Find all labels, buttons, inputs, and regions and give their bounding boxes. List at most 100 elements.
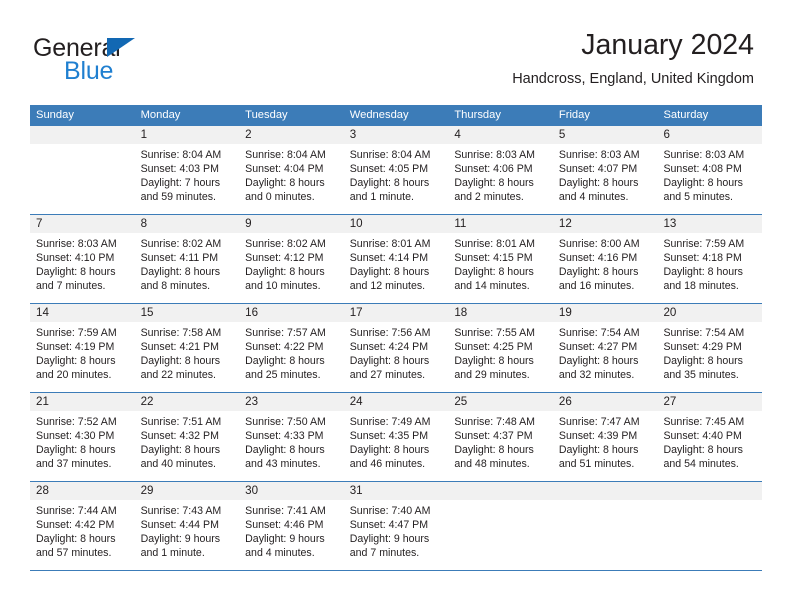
day-details bbox=[553, 500, 658, 504]
day-detail-line: Sunrise: 8:04 AM bbox=[349, 149, 431, 161]
day-number: 3 bbox=[343, 126, 449, 144]
day-detail-line: Sunset: 4:10 PM bbox=[36, 252, 115, 265]
calendar-day-cell[interactable]: 16 Sunrise: 7:57 AM Sunset: 4:22 PM Dayligh… bbox=[239, 304, 344, 392]
calendar-day-cell[interactable]: 11 Sunrise: 8:01 AM Sunset: 4:15 PM Dayligh… bbox=[448, 215, 553, 303]
weekday-header-tuesday: Tuesday bbox=[245, 109, 288, 121]
calendar-day-cell[interactable]: 29 Sunrise: 7:43 AM Sunset: 4:44 PM Dayligh… bbox=[134, 482, 240, 570]
day-detail-line: Sunset: 4:30 PM bbox=[36, 430, 115, 443]
calendar-day-cell[interactable]: 20 Sunrise: 7:54 AM Sunset: 4:29 PM Dayligh… bbox=[657, 304, 763, 392]
day-detail-line: and 18 minutes. bbox=[663, 280, 739, 293]
calendar-day-cell[interactable]: 22 Sunrise: 7:51 AM Sunset: 4:32 PM Dayligh… bbox=[134, 393, 240, 481]
day-detail-line: and 2 minutes. bbox=[454, 191, 524, 204]
weekday-header-friday: Friday bbox=[558, 109, 590, 121]
day-details: Sunrise: 7:54 AM Sunset: 4:27 PM Daylight:… bbox=[553, 322, 658, 382]
day-detail-line: and 16 minutes. bbox=[558, 280, 635, 293]
day-detail-line: Sunset: 4:33 PM bbox=[245, 430, 324, 443]
day-details: Sunrise: 7:48 AM Sunset: 4:37 PM Daylight:… bbox=[448, 411, 553, 471]
calendar-day-cell[interactable]: 6 Sunrise: 8:03 AM Sunset: 4:08 PM Daylight… bbox=[657, 126, 763, 214]
day-detail-line: Sunrise: 7:48 AM bbox=[454, 416, 535, 428]
weekday-header-thursday: Thursday bbox=[454, 109, 501, 121]
day-detail-line: and 14 minutes. bbox=[454, 280, 530, 293]
day-detail-line: Sunset: 4:08 PM bbox=[663, 163, 742, 176]
day-detail-line: and 4 minutes. bbox=[245, 547, 315, 560]
calendar-day-cell[interactable]: 3 Sunrise: 8:04 AM Sunset: 4:05 PM Daylight… bbox=[343, 126, 449, 214]
day-detail-line: Sunset: 4:16 PM bbox=[558, 252, 638, 265]
day-detail-line: Sunrise: 7:40 AM bbox=[349, 505, 431, 517]
calendar-day-cell[interactable]: 8 Sunrise: 8:02 AM Sunset: 4:11 PM Daylight… bbox=[134, 215, 240, 303]
day-number: 30 bbox=[239, 482, 344, 500]
calendar-day-cell-empty bbox=[30, 126, 135, 214]
day-detail-line: Daylight: 9 hours bbox=[140, 533, 221, 546]
calendar-day-cell[interactable]: 25 Sunrise: 7:48 AM Sunset: 4:37 PM Dayligh… bbox=[448, 393, 553, 481]
day-number: 26 bbox=[552, 393, 658, 411]
day-detail-line: Daylight: 8 hours bbox=[245, 177, 325, 190]
day-detail-line: Sunset: 4:27 PM bbox=[558, 341, 638, 354]
day-detail-line: Daylight: 8 hours bbox=[245, 444, 325, 457]
day-details: Sunrise: 7:40 AM Sunset: 4:47 PM Daylight:… bbox=[344, 500, 449, 560]
calendar-day-cell[interactable]: 18 Sunrise: 7:55 AM Sunset: 4:25 PM Dayligh… bbox=[448, 304, 553, 392]
day-detail-line: and 7 minutes. bbox=[349, 547, 420, 560]
day-detail-line: Daylight: 9 hours bbox=[245, 533, 325, 546]
day-detail-line: Sunrise: 7:44 AM bbox=[36, 505, 117, 517]
calendar-day-cell[interactable]: 14 Sunrise: 7:59 AM Sunset: 4:19 PM Dayligh… bbox=[30, 304, 135, 392]
general-blue-logo[interactable]: General Blue bbox=[33, 34, 233, 86]
calendar-day-cell[interactable]: 19 Sunrise: 7:54 AM Sunset: 4:27 PM Dayligh… bbox=[552, 304, 658, 392]
day-number bbox=[657, 482, 763, 500]
day-detail-line: Sunrise: 8:02 AM bbox=[245, 238, 326, 250]
day-details: Sunrise: 7:51 AM Sunset: 4:32 PM Daylight:… bbox=[135, 411, 240, 471]
calendar-day-cell[interactable]: 9 Sunrise: 8:02 AM Sunset: 4:12 PM Daylight… bbox=[239, 215, 344, 303]
day-number: 25 bbox=[448, 393, 553, 411]
day-details: Sunrise: 8:03 AM Sunset: 4:10 PM Daylight:… bbox=[30, 233, 135, 293]
calendar-day-cell[interactable]: 15 Sunrise: 7:58 AM Sunset: 4:21 PM Dayligh… bbox=[134, 304, 240, 392]
day-number: 27 bbox=[657, 393, 763, 411]
day-detail-line: Sunset: 4:44 PM bbox=[140, 519, 219, 532]
day-detail-line: Sunset: 4:46 PM bbox=[245, 519, 324, 532]
calendar-day-cell[interactable]: 17 Sunrise: 7:56 AM Sunset: 4:24 PM Dayligh… bbox=[343, 304, 449, 392]
calendar-day-cell[interactable]: 24 Sunrise: 7:49 AM Sunset: 4:35 PM Dayligh… bbox=[343, 393, 449, 481]
day-detail-line: Sunrise: 7:54 AM bbox=[663, 327, 745, 339]
day-detail-line: Sunrise: 8:03 AM bbox=[558, 149, 640, 161]
calendar-day-cell[interactable]: 2 Sunrise: 8:04 AM Sunset: 4:04 PM Daylight… bbox=[239, 126, 344, 214]
day-number: 10 bbox=[343, 215, 449, 233]
calendar-day-cell[interactable]: 30 Sunrise: 7:41 AM Sunset: 4:46 PM Dayligh… bbox=[239, 482, 344, 570]
day-detail-line: Daylight: 8 hours bbox=[36, 266, 116, 279]
day-detail-line: Daylight: 8 hours bbox=[140, 355, 221, 368]
day-details: Sunrise: 8:04 AM Sunset: 4:05 PM Daylight:… bbox=[344, 144, 449, 204]
day-detail-line: Sunset: 4:42 PM bbox=[36, 519, 115, 532]
day-detail-line: Daylight: 8 hours bbox=[349, 266, 430, 279]
day-detail-line: Daylight: 8 hours bbox=[558, 444, 639, 457]
calendar-day-cell[interactable]: 28 Sunrise: 7:44 AM Sunset: 4:42 PM Dayligh… bbox=[30, 482, 135, 570]
calendar-day-cell[interactable]: 26 Sunrise: 7:47 AM Sunset: 4:39 PM Dayligh… bbox=[552, 393, 658, 481]
weekday-header-sunday: Sunday bbox=[36, 109, 74, 121]
day-detail-line: Daylight: 8 hours bbox=[349, 177, 430, 190]
day-details: Sunrise: 8:00 AM Sunset: 4:16 PM Daylight:… bbox=[553, 233, 658, 293]
day-detail-line: and 59 minutes. bbox=[140, 191, 216, 204]
day-detail-line: Daylight: 8 hours bbox=[663, 444, 743, 457]
day-detail-line: Sunset: 4:22 PM bbox=[245, 341, 324, 354]
day-detail-line: and 20 minutes. bbox=[36, 369, 112, 382]
calendar-day-cell[interactable]: 4 Sunrise: 8:03 AM Sunset: 4:06 PM Daylight… bbox=[448, 126, 553, 214]
calendar-day-cell-empty bbox=[657, 482, 763, 570]
day-number: 12 bbox=[552, 215, 658, 233]
masthead: General Blue January 2024 Handcross, Eng… bbox=[0, 0, 792, 100]
calendar-day-cell[interactable]: 10 Sunrise: 8:01 AM Sunset: 4:14 PM Dayligh… bbox=[343, 215, 449, 303]
day-detail-line: Sunset: 4:06 PM bbox=[454, 163, 533, 176]
calendar-day-cell[interactable]: 7 Sunrise: 8:03 AM Sunset: 4:10 PM Daylight… bbox=[30, 215, 135, 303]
calendar-day-cell[interactable]: 31 Sunrise: 7:40 AM Sunset: 4:47 PM Dayligh… bbox=[343, 482, 449, 570]
calendar-day-cell[interactable]: 21 Sunrise: 7:52 AM Sunset: 4:30 PM Dayligh… bbox=[30, 393, 135, 481]
calendar-day-cell[interactable]: 23 Sunrise: 7:50 AM Sunset: 4:33 PM Dayligh… bbox=[239, 393, 344, 481]
day-detail-line: Sunrise: 8:04 AM bbox=[140, 149, 222, 161]
day-number: 13 bbox=[657, 215, 763, 233]
calendar-day-cell[interactable]: 12 Sunrise: 8:00 AM Sunset: 4:16 PM Dayligh… bbox=[552, 215, 658, 303]
calendar-day-cell[interactable]: 1 Sunrise: 8:04 AM Sunset: 4:03 PM Daylight… bbox=[134, 126, 240, 214]
day-detail-line: Sunset: 4:19 PM bbox=[36, 341, 115, 354]
day-number: 9 bbox=[239, 215, 344, 233]
calendar-page: General Blue January 2024 Handcross, Eng… bbox=[0, 0, 792, 612]
calendar-day-cell[interactable]: 13 Sunrise: 7:59 AM Sunset: 4:18 PM Dayligh… bbox=[657, 215, 763, 303]
day-detail-line: Sunset: 4:47 PM bbox=[349, 519, 429, 532]
calendar-grid: Sunday Monday Tuesday Wednesday Thursday Frid… bbox=[30, 105, 763, 571]
calendar-day-cell[interactable]: 27 Sunrise: 7:45 AM Sunset: 4:40 PM Dayligh… bbox=[657, 393, 763, 481]
calendar-day-cell[interactable]: 5 Sunrise: 8:03 AM Sunset: 4:07 PM Daylight… bbox=[552, 126, 658, 214]
day-details: Sunrise: 7:59 AM Sunset: 4:19 PM Daylight:… bbox=[30, 322, 135, 382]
day-detail-line: Daylight: 8 hours bbox=[558, 177, 639, 190]
